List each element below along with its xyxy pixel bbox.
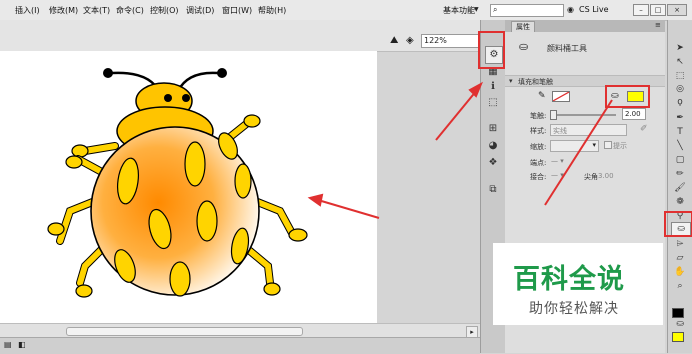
watermark: 百科全说 助你轻松解决	[493, 243, 663, 325]
watermark-title: 百科全说	[513, 264, 625, 295]
watermark-subtitle: 助你轻松解决	[529, 301, 619, 317]
